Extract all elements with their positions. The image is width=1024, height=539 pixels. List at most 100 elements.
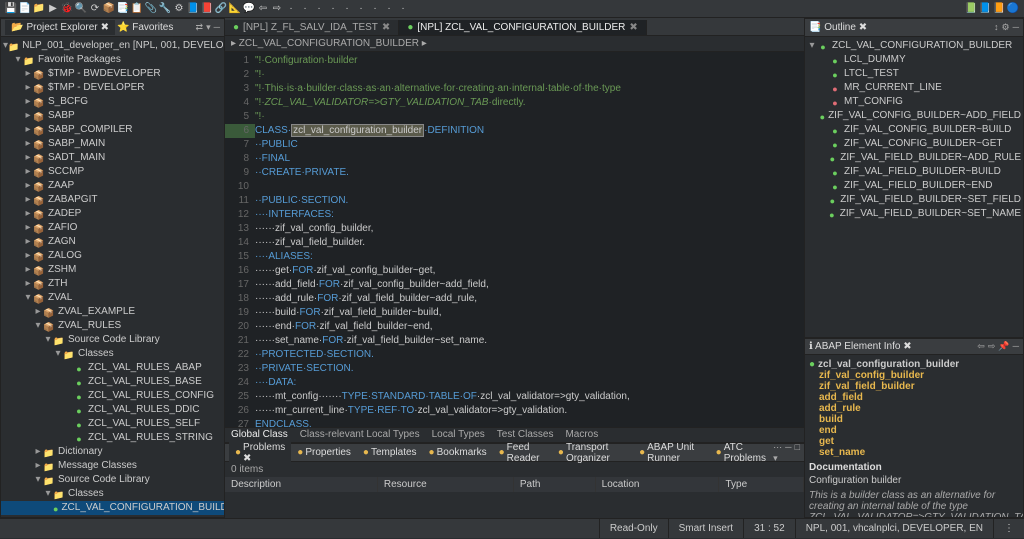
- ei-member[interactable]: zif_val_field_builder: [809, 381, 1019, 392]
- perspective-icon[interactable]: 📗: [964, 2, 978, 16]
- problems-tab[interactable]: ●Templates: [357, 445, 423, 460]
- problems-tab[interactable]: ●Properties: [291, 445, 357, 460]
- tree-item[interactable]: ▸📦SABP_MAIN: [1, 137, 224, 151]
- ei-member[interactable]: get: [809, 436, 1019, 447]
- problems-col[interactable]: Location: [595, 477, 719, 492]
- code-line[interactable]: 6CLASS·zcl_val_configuration_builder·DEF…: [225, 124, 804, 138]
- code-line[interactable]: 18······add_rule·FOR·zif_val_field_build…: [225, 292, 804, 306]
- breadcrumb[interactable]: ▸ ZCL_VAL_CONFIGURATION_BUILDER ▸: [225, 36, 804, 52]
- tree-item[interactable]: ●ZCL_VAL_RULES_SELF: [1, 417, 224, 431]
- tree-item[interactable]: ▸📁Dictionary: [1, 445, 224, 459]
- link-editor-icon[interactable]: ⇄: [196, 22, 204, 33]
- outline-item[interactable]: ●LTCL_TEST: [805, 67, 1023, 81]
- code-line[interactable]: 17······add_field·FOR·zif_val_config_bui…: [225, 278, 804, 292]
- editor-tab[interactable]: ●[NPL] ZCL_VAL_CONFIGURATION_BUILDER✖: [399, 20, 646, 35]
- code-line[interactable]: 11··PUBLIC·SECTION.: [225, 194, 804, 208]
- code-line[interactable]: 21······set_name·FOR·zif_val_field_build…: [225, 334, 804, 348]
- pin-icon[interactable]: 📌: [998, 341, 1009, 352]
- tab-element-info[interactable]: ℹ ABAP Element Info ✖: [809, 341, 912, 352]
- tree-item[interactable]: ▸📦SCCMP: [1, 165, 224, 179]
- code-line[interactable]: 16······get·FOR·zif_val_config_builder~g…: [225, 264, 804, 278]
- problems-col[interactable]: Resource: [377, 477, 513, 492]
- toolbar-icon[interactable]: 📋: [130, 2, 144, 16]
- toolbar-icon[interactable]: 💾: [4, 2, 18, 16]
- problems-col[interactable]: Path: [513, 477, 595, 492]
- tree-item[interactable]: ▸📦SABP_COMPILER: [1, 123, 224, 137]
- toolbar-icon[interactable]: 💬: [242, 2, 256, 16]
- code-line[interactable]: 27ENDCLASS.: [225, 418, 804, 427]
- code-line[interactable]: 19······build·FOR·zif_val_field_builder~…: [225, 306, 804, 320]
- outline-item[interactable]: ●ZIF_VAL_FIELD_BUILDER~SET_NAME: [805, 207, 1023, 221]
- view-menu-icon[interactable]: ▾: [206, 22, 211, 33]
- tree-item[interactable]: ●ZCL_VAL_RULES_ABAP: [1, 361, 224, 375]
- ei-member[interactable]: zif_val_config_builder: [809, 370, 1019, 381]
- tree-item[interactable]: ▾📁Favorite Packages: [1, 53, 224, 67]
- problems-col[interactable]: Type: [719, 477, 804, 492]
- tree-item[interactable]: ▾📁Source Code Library: [1, 473, 224, 487]
- toolbar-icon[interactable]: 📦: [102, 2, 116, 16]
- tree-item[interactable]: ▾●ZCL_VAL_CONFIGURATION_BUILDER: [805, 39, 1023, 53]
- tab-outline[interactable]: 📑 Outline ✖: [809, 22, 867, 33]
- outline-item[interactable]: ●MR_CURRENT_LINE: [805, 81, 1023, 95]
- code-line[interactable]: 13······zif_val_config_builder,: [225, 222, 804, 236]
- outline-item[interactable]: ●ZIF_VAL_CONFIG_BUILDER~BUILD: [805, 123, 1023, 137]
- ei-member[interactable]: end: [809, 425, 1019, 436]
- toolbar-icon[interactable]: ·: [298, 2, 312, 16]
- toolbar-icon[interactable]: ⇦: [256, 2, 270, 16]
- tree-item[interactable]: ▾📁Source Code Library: [1, 333, 224, 347]
- toolbar-icon[interactable]: ·: [396, 2, 410, 16]
- outline-item[interactable]: ●MT_CONFIG: [805, 95, 1023, 109]
- ei-member[interactable]: add_field: [809, 392, 1019, 403]
- toolbar-icon[interactable]: 🔗: [214, 2, 228, 16]
- tree-item[interactable]: ▾📦ZVAL_RULES: [1, 319, 224, 333]
- filter-icon[interactable]: ⚙: [1002, 22, 1010, 33]
- minimize-icon[interactable]: ─: [1013, 22, 1019, 33]
- tree-item[interactable]: ▸📦ZVAL_EXAMPLE: [1, 305, 224, 319]
- toolbar-icon[interactable]: 📘: [186, 2, 200, 16]
- toolbar-icon[interactable]: 📕: [200, 2, 214, 16]
- tree-item[interactable]: ▸📦SADT_MAIN: [1, 151, 224, 165]
- tree-item[interactable]: ▾📁Classes: [1, 487, 224, 501]
- problems-table[interactable]: DescriptionResourcePathLocationType: [225, 477, 804, 492]
- tree-item[interactable]: ●ZCL_VAL_MODE: [1, 515, 224, 517]
- toolbar-icon[interactable]: ▶: [46, 2, 60, 16]
- toolbar-icon[interactable]: ·: [382, 2, 396, 16]
- ei-member[interactable]: build: [809, 414, 1019, 425]
- tree-item[interactable]: ●ZCL_VAL_RULES_DDIC: [1, 403, 224, 417]
- tab-favorites[interactable]: ⭐ Favorites: [117, 22, 173, 33]
- outline-item[interactable]: ●ZIF_VAL_FIELD_BUILDER~BUILD: [805, 165, 1023, 179]
- toolbar-icon[interactable]: ·: [326, 2, 340, 16]
- ei-member[interactable]: add_rule: [809, 403, 1019, 414]
- toolbar-icon[interactable]: 📄: [18, 2, 32, 16]
- minimize-icon[interactable]: ─: [1013, 341, 1019, 352]
- local-tab[interactable]: Local Types: [426, 428, 491, 442]
- toolbar-icon[interactable]: ·: [340, 2, 354, 16]
- tree-item[interactable]: ●ZCL_VAL_RULES_BASE: [1, 375, 224, 389]
- code-line[interactable]: 7··PUBLIC: [225, 138, 804, 152]
- sort-icon[interactable]: ↕: [994, 22, 999, 33]
- code-line[interactable]: 22··PROTECTED·SECTION.: [225, 348, 804, 362]
- tree-item[interactable]: ▸📦S_BCFG: [1, 95, 224, 109]
- outline-item[interactable]: ●ZIF_VAL_FIELD_BUILDER~ADD_RULE: [805, 151, 1023, 165]
- local-tab[interactable]: Class-relevant Local Types: [294, 428, 426, 442]
- back-icon[interactable]: ⇦: [977, 341, 985, 352]
- code-line[interactable]: 26······mr_current_line·TYPE·REF·TO·zcl_…: [225, 404, 804, 418]
- tree-item[interactable]: ●ZCL_VAL_RULES_CONFIG: [1, 389, 224, 403]
- toolbar-icon[interactable]: ·: [312, 2, 326, 16]
- code-line[interactable]: 25······mt_config·······TYPE·STANDARD·TA…: [225, 390, 804, 404]
- tree-item[interactable]: ▸📦ZSHM: [1, 263, 224, 277]
- outline-item[interactable]: ●LCL_DUMMY: [805, 53, 1023, 67]
- tree-item[interactable]: ▾📦ZVAL: [1, 291, 224, 305]
- perspective-icon[interactable]: 📙: [992, 2, 1006, 16]
- close-icon[interactable]: ✖: [629, 22, 637, 33]
- status-more-icon[interactable]: ⋮: [993, 519, 1024, 538]
- tree-item[interactable]: ▸📦ZAGN: [1, 235, 224, 249]
- toolbar-icon[interactable]: ·: [284, 2, 298, 16]
- tree-item[interactable]: ▾📁NLP_001_developer_en [NPL, 001, DEVELO…: [1, 39, 224, 53]
- tree-item[interactable]: ▸📦ZAFIO: [1, 221, 224, 235]
- perspective-icon[interactable]: 🔵: [1006, 2, 1020, 16]
- code-line[interactable]: 1"!·Configuration·builder: [225, 54, 804, 68]
- toolbar-icon[interactable]: ⟳: [88, 2, 102, 16]
- outline-item[interactable]: ●ZIF_VAL_FIELD_BUILDER~END: [805, 179, 1023, 193]
- tab-project-explorer[interactable]: 📂 Project Explorer ✖: [5, 20, 115, 35]
